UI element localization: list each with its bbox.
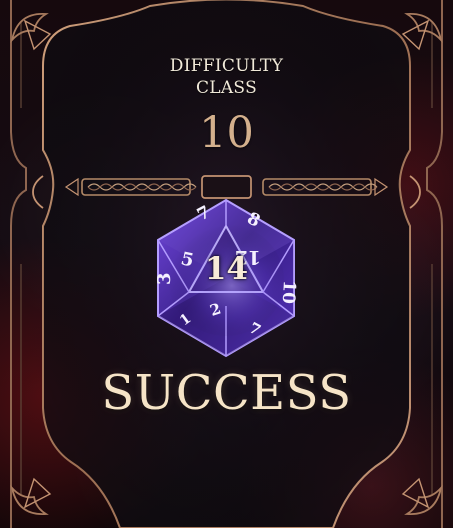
rolled-value: 14 — [204, 251, 249, 287]
difficulty-class-value: 10 — [199, 108, 254, 158]
difficulty-label-line-1: DIFFICULTY — [169, 56, 284, 76]
roll-result-panel: DIFFICULTY CLASS 10 7 8 12 5 3 10 2 7 1 … — [0, 0, 453, 528]
difficulty-class-label: DIFFICULTY CLASS — [0, 55, 453, 99]
d20-die: 7 8 12 5 3 10 2 7 1 14 — [145, 198, 308, 358]
roll-outcome: SUCCESS — [101, 365, 352, 421]
difficulty-label-line-2: CLASS — [195, 78, 258, 98]
